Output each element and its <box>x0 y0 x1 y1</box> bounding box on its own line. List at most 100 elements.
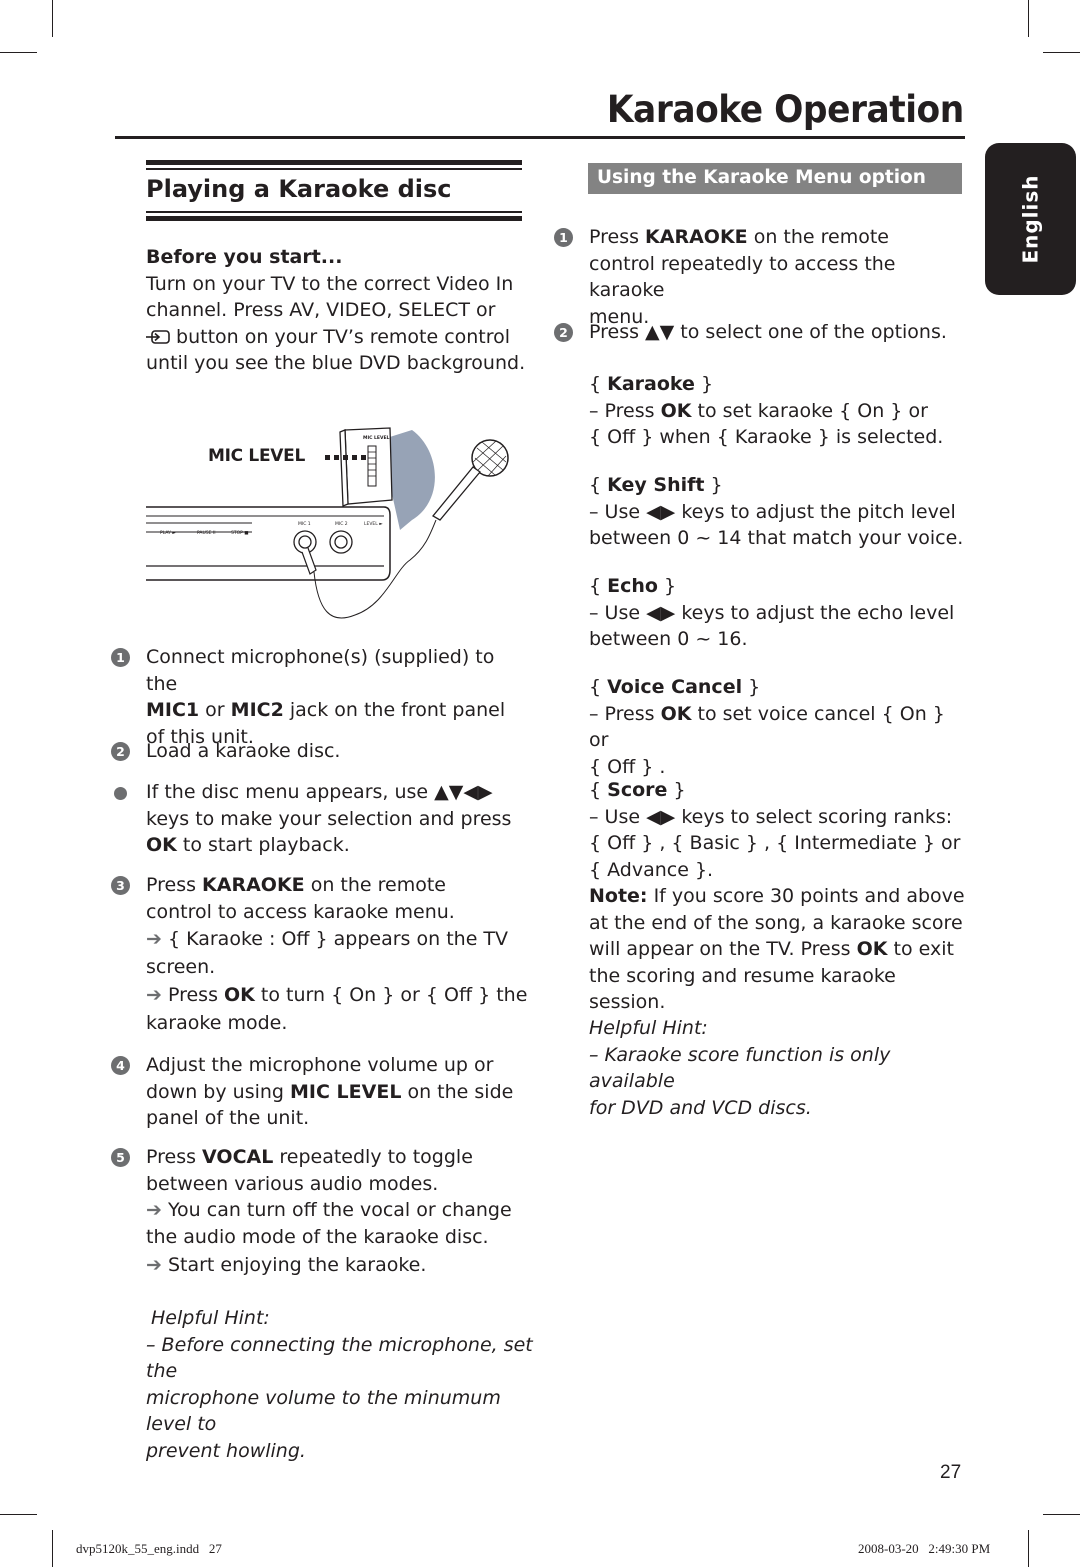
text-line: karaoke mode. <box>146 1012 288 1034</box>
text-line: the audio mode of the karaoke disc. <box>146 1225 489 1248</box>
text-line: screen. <box>146 956 216 978</box>
option-title: { Score } <box>589 779 686 801</box>
step-2: 2 Load a karaoke disc. <box>111 738 341 765</box>
text-line: control to access karaoke menu. <box>146 900 455 923</box>
option-key-shift: { Key Shift } – Use ◀▶ keys to adjust th… <box>589 472 969 552</box>
section-rule-bottom <box>146 216 522 221</box>
helpful-hint-right: Helpful Hint: – Karaoke score function i… <box>589 1015 969 1121</box>
text-line: keys to make your selection and press <box>146 807 512 830</box>
page-number: 27 <box>940 1462 962 1483</box>
text-line: down by using MIC LEVEL on the side <box>146 1080 514 1103</box>
text-line: control repeatedly to access the karaoke <box>589 252 896 302</box>
mic-level-label: MIC LEVEL <box>208 446 305 466</box>
front-label-mic1: MIC 1 <box>298 522 311 527</box>
text-line: Press KARAOKE on the remote <box>146 874 446 896</box>
note-line: the scoring and resume karaoke session. <box>589 964 896 1014</box>
step-number-4: 4 <box>111 1056 130 1075</box>
text-line: ➔ { Karaoke : Off } appears on the TV <box>146 928 509 950</box>
text-line: Press ▲▼ to select one of the options. <box>589 321 947 343</box>
text-line: until you see the blue DVD background. <box>146 352 526 374</box>
step-4: 4 Adjust the microphone volume up or dow… <box>111 1052 536 1132</box>
right-step-1: 1 Press KARAOKE on the remote control re… <box>554 224 969 330</box>
helpful-hint-left: Helpful Hint: – Before connecting the mi… <box>146 1305 536 1464</box>
hint-line: – Karaoke score function is only availab… <box>589 1043 891 1093</box>
footer-timestamp: 2008-03-20 2:49:30 PM <box>858 1541 991 1556</box>
arrow-icon: ➔ <box>146 1254 162 1276</box>
title-rule <box>115 136 965 139</box>
arrow-icon: ➔ <box>146 928 162 950</box>
text-line: – Use ◀▶ keys to adjust the echo level <box>589 601 955 624</box>
text-line: { Off } when { Karaoke } is selected. <box>589 426 944 448</box>
hint-line: – Before connecting the microphone, set … <box>146 1333 533 1383</box>
step-number-5: 5 <box>111 1148 130 1167</box>
text-line: ➔ You can turn off the vocal or change <box>146 1199 512 1221</box>
text-line: – Use ◀▶ keys to select scoring ranks: <box>589 805 953 828</box>
mic-connection-illustration: MIC LEVEL MIC LEVEL PLAY ► PAUSE II STOP… <box>140 420 540 635</box>
language-tab-label: English <box>1018 174 1043 264</box>
option-title: { Key Shift } <box>589 474 723 496</box>
crop-mark <box>1028 1530 1029 1567</box>
front-label-level: LEVEL ► <box>364 522 383 527</box>
text-line: If the disc menu appears, use ▲▼◀▶ <box>146 781 493 803</box>
section-rule-bottom-thin <box>146 211 522 213</box>
text-line: Turn on your TV to the correct Video In <box>146 272 514 295</box>
crop-mark <box>0 1514 37 1515</box>
text-line: Load a karaoke disc. <box>146 740 341 762</box>
front-label-stop: STOP ■ <box>231 531 249 536</box>
text-line: Connect microphone(s) (supplied) to the <box>146 646 495 695</box>
text-line: channel. Press AV, VIDEO, SELECT or <box>146 299 496 321</box>
bullet-icon <box>114 787 127 800</box>
text-line: { Off } , { Basic } , { Intermediate } o… <box>589 832 961 854</box>
footer-file-name: dvp5120k_55_eng.indd 27 <box>76 1541 222 1556</box>
step-number-2: 2 <box>111 742 130 761</box>
text-line: { Advance }. <box>589 858 714 881</box>
step-3: 3 Press KARAOKE on the remote control to… <box>111 872 536 1037</box>
front-label-mic2: MIC 2 <box>335 522 348 527</box>
text-line: between various audio modes. <box>146 1172 439 1195</box>
right-step-2: 2 Press ▲▼ to select one of the options. <box>554 319 969 346</box>
side-panel-label: MIC LEVEL <box>363 436 390 441</box>
arrow-icon: ➔ <box>146 1199 162 1221</box>
text-line: Press KARAOKE on the remote <box>589 226 889 248</box>
hint-title: Helpful Hint: <box>589 1017 708 1039</box>
hint-line: for DVD and VCD discs. <box>589 1096 812 1119</box>
note-line: Note: If you score 30 points and above <box>589 885 965 907</box>
note-line: at the end of the song, a karaoke score <box>589 911 963 934</box>
crop-mark <box>52 0 53 37</box>
option-voice-cancel: { Voice Cancel } – Press OK to set voice… <box>589 674 969 780</box>
option-title: { Voice Cancel } <box>589 676 761 698</box>
hint-line: prevent howling. <box>146 1439 306 1462</box>
step-number-1: 1 <box>111 648 130 667</box>
subsection-banner: Using the Karaoke Menu option <box>588 163 962 194</box>
crop-mark <box>1043 1514 1080 1515</box>
text-line: between 0 ~ 14 that match your voice. <box>589 527 964 549</box>
section-rule-top <box>146 160 522 165</box>
section-title-playing: Playing a Karaoke disc <box>146 175 452 203</box>
crop-mark <box>52 1530 53 1567</box>
crop-mark <box>1028 0 1029 37</box>
text-line: – Use ◀▶ keys to adjust the pitch level <box>589 500 956 523</box>
text-line: – Press OK to set karaoke { On } or <box>589 399 928 422</box>
text-line: MIC1 or MIC2 jack on the front panel <box>146 699 506 721</box>
option-title: { Karaoke } <box>589 373 714 395</box>
step-1: 1 Connect microphone(s) (supplied) to th… <box>111 644 526 750</box>
before-you-start: Before you start... Turn on your TV to t… <box>146 244 526 377</box>
front-label-play: PLAY ► <box>160 531 176 536</box>
option-score: { Score } – Use ◀▶ keys to select scorin… <box>589 777 969 1016</box>
text-line: ➔ Start enjoying the karaoke. <box>146 1254 427 1276</box>
step-5: 5 Press VOCAL repeatedly to toggle betwe… <box>111 1144 536 1279</box>
crop-mark <box>1043 52 1080 53</box>
option-karaoke: { Karaoke } – Press OK to set karaoke { … <box>589 371 969 451</box>
text-line: button on your TV’s remote control <box>146 324 526 351</box>
input-source-icon <box>146 326 170 344</box>
before-heading: Before you start... <box>146 246 343 268</box>
section-rule-top-thin <box>146 168 522 170</box>
option-title: { Echo } <box>589 575 677 597</box>
text-line: – Press OK to set voice cancel { On } or <box>589 702 945 752</box>
text-line: ➔ Press OK to turn { On } or { Off } the <box>146 984 528 1006</box>
bullet-disc-menu: If the disc menu appears, use ▲▼◀▶ keys … <box>114 779 526 859</box>
arrow-icon: ➔ <box>146 984 162 1006</box>
text-line: OK to start playback. <box>146 834 350 856</box>
text-line: Adjust the microphone volume up or <box>146 1054 494 1076</box>
hint-line: microphone volume to the minumum level t… <box>146 1386 501 1436</box>
